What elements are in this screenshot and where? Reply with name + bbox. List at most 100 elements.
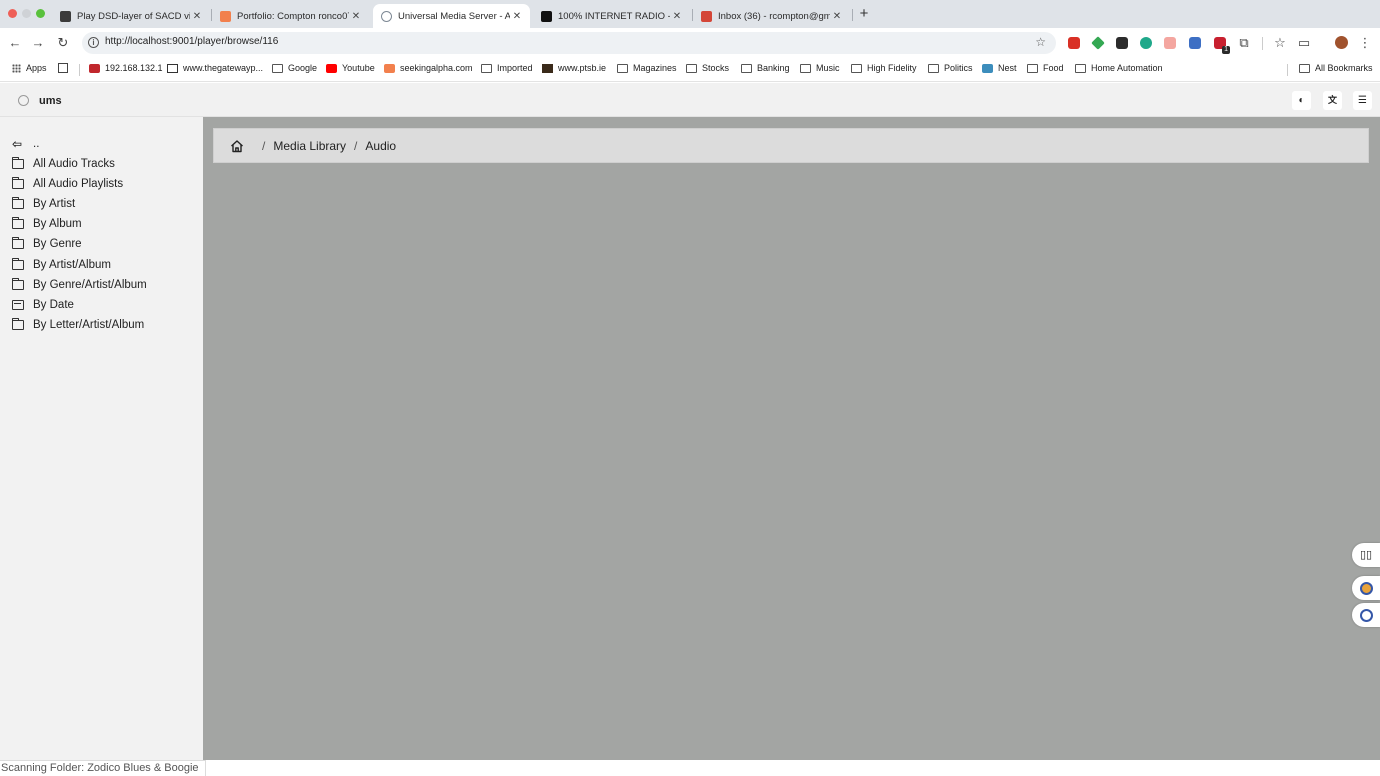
folder-icon	[1075, 63, 1086, 73]
bookmark-nest[interactable]: Nest	[982, 63, 1017, 73]
tab-close-icon[interactable]: ✕	[670, 11, 684, 22]
address-bar[interactable]: i http://localhost:9001/player/browse/11…	[82, 32, 1056, 54]
user-name[interactable]: ums	[39, 95, 62, 107]
theme-toggle-button[interactable]: ◐	[1292, 91, 1311, 110]
sidebar-item-label: By Album	[33, 218, 82, 230]
bookmark-star-icon[interactable]: ☆	[1035, 35, 1046, 49]
bookmark-tab-groups[interactable]	[58, 63, 73, 73]
bookmark-folder-high-fidelity[interactable]: High Fidelity	[851, 63, 917, 73]
assistant-float-button[interactable]	[1352, 603, 1380, 627]
bookmark-folder-imported[interactable]: Imported	[481, 63, 533, 73]
language-button[interactable]: 文	[1323, 91, 1342, 110]
browser-tab-2[interactable]: Portfolio: Compton ronco071 ✕	[212, 4, 369, 28]
back-button[interactable]: ←	[6, 34, 24, 52]
bookmark-router[interactable]: 192.168.132.1	[89, 63, 163, 73]
browser-tab-3-active[interactable]: Universal Media Server - Audi ✕	[373, 4, 530, 28]
extension-icon[interactable]	[1116, 37, 1128, 49]
drive-extension-icon[interactable]	[1091, 36, 1105, 50]
sidebar-item-by-artist[interactable]: By Artist	[11, 195, 76, 213]
browser-menu-icon[interactable]: ⋮	[1356, 34, 1374, 52]
browser-tab-1[interactable]: Play DSD-layer of SACD via H ✕	[52, 4, 210, 28]
bookmark-folder-food[interactable]: Food	[1027, 63, 1064, 73]
gmail-extension-icon[interactable]	[1068, 37, 1080, 49]
sidebar-item-parent[interactable]: ⇦ ..	[12, 135, 39, 153]
sidebar-item-by-genre[interactable]: By Genre	[11, 235, 82, 253]
folder-icon	[272, 63, 283, 73]
sidebar-item-by-artist-album[interactable]: By Artist/Album	[11, 256, 111, 274]
browser-tab-4[interactable]: 100% INTERNET RADIO - App ✕	[533, 4, 690, 28]
all-bookmarks-folder[interactable]: All Bookmarks	[1299, 63, 1373, 73]
bookmarks-bar: Apps 192.168.132.1 www.thegatewayp... Go…	[0, 58, 1380, 82]
reader-button[interactable]: ▯▯	[1352, 543, 1380, 567]
profile-avatar[interactable]	[1335, 36, 1348, 49]
sidebar-item-by-date[interactable]: By Date	[12, 296, 74, 314]
tab-close-icon[interactable]: ✕	[510, 11, 524, 22]
bookmark-folder-google[interactable]: Google	[272, 63, 317, 73]
tab-title: Play DSD-layer of SACD via H	[77, 10, 190, 22]
tab-close-icon[interactable]: ✕	[349, 11, 363, 22]
bookmark-gateway[interactable]: www.thegatewayp...	[167, 63, 263, 73]
tab-favicon-icon	[541, 10, 552, 22]
grammarly-extension-icon[interactable]	[1140, 37, 1152, 49]
close-window-button[interactable]	[8, 9, 17, 18]
folder-icon	[800, 63, 811, 73]
minimize-window-button[interactable]	[22, 9, 31, 18]
tab-close-icon[interactable]: ✕	[830, 11, 844, 22]
new-tab-button[interactable]: +	[856, 5, 872, 22]
folder-icon	[741, 63, 752, 73]
extension-icon[interactable]	[1164, 37, 1176, 49]
user-icon[interactable]	[18, 95, 29, 106]
bookmark-folder-music[interactable]: Music	[800, 63, 840, 73]
bookmark-folder-banking[interactable]: Banking	[741, 63, 790, 73]
folder-icon	[11, 157, 24, 169]
menu-button[interactable]: ☰	[1353, 91, 1372, 110]
youtube-icon	[326, 63, 337, 73]
tab-title: Inbox (36) - rcompton@gmail	[718, 10, 830, 22]
sidebar-item-label: All Audio Tracks	[33, 158, 115, 170]
maximize-window-button[interactable]	[36, 9, 45, 18]
folder-icon	[11, 177, 24, 189]
sidebar-item-by-letter-artist-album[interactable]: By Letter/Artist/Album	[11, 316, 145, 334]
tab-close-icon[interactable]: ✕	[190, 11, 204, 22]
calendar-icon	[12, 300, 24, 310]
back-arrow-icon: ⇦	[12, 137, 23, 151]
tab-favicon-icon	[701, 10, 712, 22]
bookmark-folder-home-automation[interactable]: Home Automation	[1075, 63, 1163, 73]
forward-button[interactable]: →	[29, 34, 47, 52]
tab-groups-icon	[58, 63, 68, 73]
bookmark-apps[interactable]: Apps	[12, 63, 47, 73]
sidebar-item-all-audio-tracks[interactable]: All Audio Tracks	[11, 155, 115, 173]
sidebar-item-by-album[interactable]: By Album	[11, 215, 82, 233]
app-header: ums ◐ 文 ☰	[0, 83, 1380, 117]
bookmark-seekingalpha[interactable]: seekingalpha.com	[384, 63, 473, 73]
folder-icon	[11, 278, 24, 290]
folder-icon	[481, 63, 492, 73]
sidebar-item-by-genre-artist-album[interactable]: By Genre/Artist/Album	[11, 276, 147, 294]
ptsb-icon	[542, 63, 553, 73]
extension-with-badge-icon[interactable]: 1	[1214, 37, 1230, 54]
bookmark-folder-stocks[interactable]: Stocks	[686, 63, 729, 73]
extensions-puzzle-icon[interactable]: ⧉	[1235, 34, 1253, 52]
sidebar-item-label: By Date	[33, 299, 74, 311]
sidebar-item-all-audio-playlists[interactable]: All Audio Playlists	[11, 175, 124, 193]
sidebar-item-label: By Letter/Artist/Album	[33, 319, 145, 331]
bookmarks-icon[interactable]: ☆	[1271, 34, 1289, 52]
bookmark-folder-magazines[interactable]: Magazines	[617, 63, 677, 73]
site-info-icon[interactable]: i	[88, 37, 99, 48]
sidebar-item-label: By Genre/Artist/Album	[33, 279, 147, 291]
side-panel-icon[interactable]: ▭	[1295, 34, 1313, 52]
sidebar-item-label: By Artist	[33, 198, 76, 210]
home-icon[interactable]	[230, 139, 244, 153]
browser-tab-5[interactable]: Inbox (36) - rcompton@gmail ✕	[693, 4, 850, 28]
bookmark-ptsb[interactable]: www.ptsb.ie	[542, 63, 606, 73]
extension-float-button[interactable]	[1352, 576, 1380, 600]
bookmark-folder-politics[interactable]: Politics	[928, 63, 973, 73]
reload-button[interactable]: ↻	[54, 34, 72, 52]
status-bar: Scanning Folder: Zodico Blues & Boogie	[0, 760, 206, 776]
nest-icon	[982, 63, 993, 73]
sidebar-item-label: All Audio Playlists	[33, 178, 124, 190]
breadcrumb-media-library[interactable]: Media Library	[273, 139, 346, 153]
download-extension-icon[interactable]	[1189, 37, 1201, 49]
breadcrumb: / Media Library / Audio	[213, 128, 1369, 163]
bookmark-youtube[interactable]: Youtube	[326, 63, 375, 73]
